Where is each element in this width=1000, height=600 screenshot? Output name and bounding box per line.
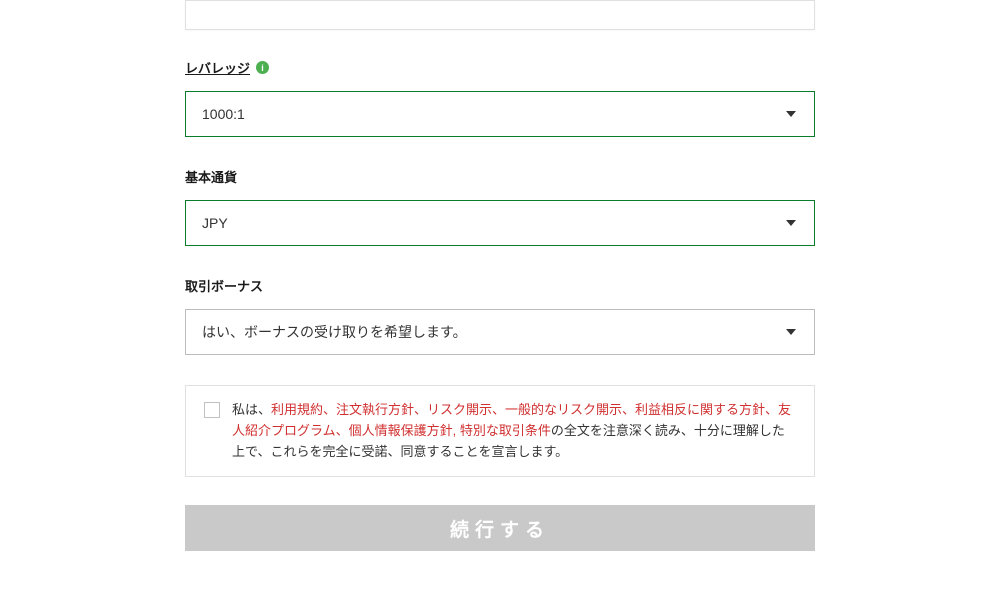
chevron-down-icon [786,220,796,226]
base-currency-value: JPY [202,215,798,231]
chevron-down-icon [786,111,796,117]
leverage-select[interactable]: 1000:1 [185,91,815,137]
base-currency-field-group: 基本通貨 JPY [185,167,815,246]
leverage-value: 1000:1 [202,106,798,122]
leverage-label-row: レバレッジ i [185,58,815,77]
agreement-text: 私は、利用規約、注文執行方針、リスク開示、一般的なリスク開示、利益相反に関する方… [232,400,796,462]
agreement-box: 私は、利用規約、注文執行方針、リスク開示、一般的なリスク開示、利益相反に関する方… [185,385,815,477]
info-icon[interactable]: i [256,61,269,74]
base-currency-label-row: 基本通貨 [185,167,815,186]
chevron-down-icon [786,329,796,335]
base-currency-label: 基本通貨 [185,167,237,186]
base-currency-select[interactable]: JPY [185,200,815,246]
leverage-field-group: レバレッジ i 1000:1 [185,58,815,137]
trading-bonus-label-row: 取引ボーナス [185,276,815,295]
leverage-label: レバレッジ [185,58,250,77]
continue-button[interactable]: 続行する [185,505,815,551]
trading-bonus-select[interactable]: はい、ボーナスの受け取りを希望します。 [185,309,815,355]
empty-panel [185,0,815,30]
trading-bonus-field-group: 取引ボーナス はい、ボーナスの受け取りを希望します。 [185,276,815,355]
agreement-prefix: 私は、 [232,402,271,417]
trading-bonus-value: はい、ボーナスの受け取りを希望します。 [202,322,798,342]
agreement-checkbox[interactable] [204,402,220,418]
trading-bonus-label: 取引ボーナス [185,276,263,295]
continue-button-label: 続行する [450,515,550,542]
